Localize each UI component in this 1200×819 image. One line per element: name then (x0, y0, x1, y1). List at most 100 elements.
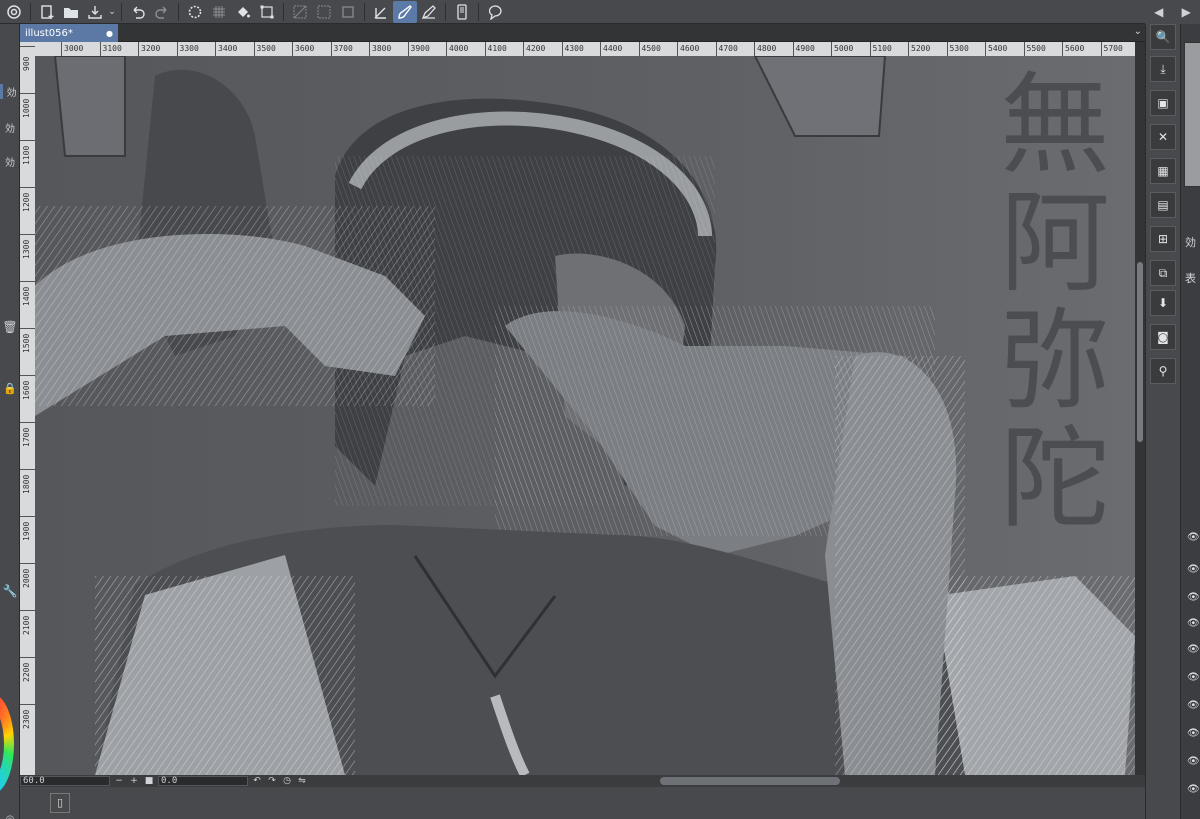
layer-visibility-icon[interactable]: 👁 (1187, 756, 1200, 767)
zoom-out-button[interactable]: − (113, 776, 125, 786)
layer-visibility-icon[interactable]: 👁 (1187, 592, 1200, 603)
layer-visibility-icon[interactable]: 👁 (1187, 618, 1200, 629)
speech-icon[interactable] (483, 1, 507, 23)
selection-box-icon[interactable] (336, 1, 360, 23)
frame-shape (53, 56, 126, 157)
camera-icon[interactable]: ◙ (1150, 324, 1176, 350)
redo-icon[interactable] (150, 1, 174, 23)
separator (121, 2, 122, 21)
export-dropdown-icon[interactable]: ⌄ (107, 1, 117, 23)
search-icon[interactable]: 🔍 (1150, 24, 1176, 50)
export-icon[interactable] (83, 1, 107, 23)
vertical-scroll-thumb[interactable] (1137, 262, 1143, 442)
open-folder-icon[interactable] (59, 1, 83, 23)
copy-icon[interactable]: ⧉ (1150, 260, 1176, 286)
app-logo-icon[interactable] (2, 1, 26, 23)
vertical-scrollbar[interactable] (1135, 42, 1145, 775)
ruler-tick-label: 5400 (985, 42, 1007, 56)
kanji-char: 弥 (1000, 297, 1110, 425)
horizontal-ruler: 3000 3100 3200 3300 3400 3500 3600 3700 3800 3900… (35, 42, 1135, 56)
drawing-canvas[interactable]: 無 阿 弥 陀 (35, 56, 1135, 775)
layer-visibility-icon[interactable]: 👁 (1187, 728, 1200, 739)
layer-visibility-icon[interactable]: 👁 (1187, 644, 1200, 655)
loading-icon[interactable] (183, 1, 207, 23)
layer-panel-edge: 効 表 👁 👁 👁 👁 👁 👁 👁 👁 👁 👁 (1180, 24, 1200, 819)
ruler-tick-text: 1000 (22, 98, 31, 118)
separator (364, 2, 365, 21)
reset-rotation-icon[interactable]: ◷ (281, 776, 293, 786)
transform-icon[interactable] (255, 1, 279, 23)
checker-icon[interactable]: ▦ (1150, 158, 1176, 184)
rotate-left-icon[interactable]: ↶ (251, 776, 263, 786)
layer-visibility-icon[interactable]: 👁 (1187, 532, 1200, 543)
ruler-tick-label: 3200 (138, 42, 160, 56)
ruler-tick-label: 4800 (754, 42, 776, 56)
download-icon[interactable]: ⬇ (1150, 290, 1176, 316)
selection-off-icon[interactable] (288, 1, 312, 23)
color-wheel[interactable] (0, 694, 14, 794)
brush-active-icon[interactable] (393, 0, 417, 23)
import-icon[interactable]: ⤓ (1150, 56, 1176, 82)
zoom-in-button[interactable]: + (128, 776, 140, 786)
save-icon[interactable]: ▣ (1150, 90, 1176, 116)
navigator-thumbnail[interactable] (1184, 42, 1200, 187)
ruler-tick-label: 3300 (176, 42, 199, 56)
ruler-tick-text: 2000 (22, 568, 31, 588)
panel-label[interactable]: 効 (1185, 234, 1196, 250)
tab-list-chevron-icon[interactable]: ⌄ (1134, 26, 1142, 37)
panel-prev-button[interactable]: ◀ (1154, 5, 1163, 19)
flip-icon[interactable]: ⇋ (296, 776, 308, 786)
vertical-ruler: 900 1000 1100 1200 1300 1400 1500 1600 1700 1800 1… (20, 42, 35, 775)
tablet-icon[interactable] (450, 1, 474, 23)
right-arm-hatching (835, 356, 965, 775)
undo-icon[interactable] (126, 1, 150, 23)
angle-field[interactable]: 0.0 (158, 776, 248, 786)
kanji-char: 無 (1000, 61, 1110, 189)
rotate-right-icon[interactable]: ↷ (266, 776, 278, 786)
horizontal-scroll-thumb[interactable] (660, 777, 840, 785)
layer-visibility-icon[interactable]: 👁 (1187, 784, 1200, 795)
panel-next-button[interactable]: ▶ (1182, 5, 1191, 19)
wrench-icon[interactable]: 🔧 (0, 584, 20, 598)
left-strip-label[interactable]: 効 (0, 154, 20, 169)
fit-button[interactable]: ■ (143, 776, 155, 786)
panel-toggle-icon[interactable]: ▯ (50, 793, 70, 813)
ruler-tick-label: 900 (20, 46, 35, 93)
lock-icon[interactable]: 🔒 (0, 382, 20, 395)
document-tab-bar: illust056* ● ⌄ (20, 24, 1145, 42)
layer-visibility-icon[interactable]: 👁 (1187, 564, 1200, 575)
trash-icon[interactable]: 🗑 (0, 320, 20, 334)
clip-studio-window: ⌄ ◀ ▶ 効 効 効 🗑 🔒 🔧 ◎ (0, 0, 1200, 819)
layer-visibility-icon[interactable]: 👁 (1187, 672, 1200, 683)
new-file-icon[interactable] (35, 1, 59, 23)
material-icon[interactable]: ⊞ (1150, 226, 1176, 252)
bottom-bar: ▯ (20, 787, 1145, 819)
ruler-tick-label: 5500 (1023, 42, 1046, 56)
kanji-char: 阿 (1000, 179, 1110, 307)
layer-visibility-icon[interactable]: 👁 (1187, 700, 1200, 711)
ruler-tick-label: 1100 (20, 140, 35, 187)
separator (283, 2, 284, 21)
pencil-icon[interactable] (417, 1, 441, 23)
ruler-tick-label: 1300 (20, 234, 35, 281)
zoom-field[interactable]: 60.0 (20, 776, 110, 786)
settings-icon[interactable]: ◎ (0, 814, 20, 819)
ruler-tick-text: 1800 (22, 474, 31, 494)
grid-icon[interactable] (207, 1, 231, 23)
canvas-status-bar: 60.0 − + ■ 0.0 ↶ ↷ ◷ ⇋ (20, 775, 1145, 787)
ruler-tick-label: 1900 (20, 516, 35, 563)
left-strip-label[interactable]: 効 (0, 120, 20, 135)
figure-icon[interactable]: ⚲ (1150, 358, 1176, 384)
pen-draw-icon[interactable] (369, 1, 393, 23)
fill-icon[interactable] (231, 1, 255, 23)
ruler-tick-label: 3100 (99, 42, 122, 56)
document-tab[interactable]: illust056* ● (20, 24, 118, 42)
unsaved-dot-icon[interactable]: ● (106, 29, 113, 38)
layer-props-icon[interactable]: ▤ (1150, 192, 1176, 218)
panel-label[interactable]: 表 (1185, 270, 1196, 286)
ruler-tick-text: 1500 (22, 333, 31, 353)
close-doc-icon[interactable]: ✕ (1150, 124, 1176, 150)
selection-edge-icon[interactable] (312, 1, 336, 23)
ruler-tick-label: 3700 (330, 42, 353, 56)
left-strip-label[interactable]: 効 (0, 84, 20, 99)
